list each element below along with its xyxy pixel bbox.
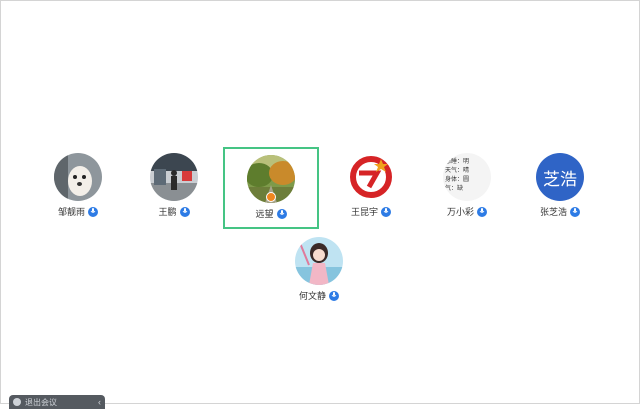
mic-icon[interactable] bbox=[477, 206, 487, 217]
avatar-initials: 芝浩 bbox=[543, 169, 577, 190]
participant-name: 邹靓雨 bbox=[57, 208, 85, 218]
person-street-photo-icon bbox=[150, 153, 198, 201]
participant-tile[interactable]: 邹靓雨 bbox=[30, 153, 126, 233]
participant-name: 张芝浩 bbox=[539, 208, 567, 218]
participant-name: 万小彩 bbox=[446, 208, 474, 218]
participant-name: 远望 bbox=[255, 210, 274, 220]
dog-photo-icon bbox=[54, 153, 102, 201]
text-note-avatar-icon: 感睡：明 天气：晴 身体：圆 气：缺 bbox=[443, 153, 491, 201]
mic-icon[interactable] bbox=[88, 206, 98, 217]
mic-icon[interactable] bbox=[179, 206, 190, 217]
landscape-photo-icon bbox=[247, 155, 295, 203]
participant-name: 何文静 bbox=[298, 292, 326, 302]
participant-tile[interactable]: 何文静 bbox=[271, 237, 367, 317]
mic-icon[interactable] bbox=[329, 290, 339, 301]
participant-tile-selected[interactable]: 远望 bbox=[223, 147, 319, 229]
mic-icon[interactable] bbox=[570, 206, 580, 217]
anime-girl-photo-icon bbox=[295, 237, 343, 285]
initials-avatar-icon: 芝浩 bbox=[536, 153, 584, 201]
mic-icon[interactable] bbox=[276, 208, 287, 219]
chevron-left-icon[interactable]: ‹ bbox=[98, 397, 101, 407]
participant-tile[interactable]: 王鹏 bbox=[126, 153, 222, 233]
participant-name: 王昆宇 bbox=[350, 208, 378, 218]
bottom-toolbar[interactable]: 退出会议 ‹ bbox=[9, 395, 105, 409]
participant-name: 王鹏 bbox=[158, 208, 177, 218]
participant-tile[interactable]: 感睡：明 天气：晴 身体：圆 气：缺 万小彩 bbox=[419, 153, 515, 233]
host-badge-icon bbox=[266, 192, 276, 202]
exit-meeting-label[interactable]: 退出会议 bbox=[25, 397, 98, 408]
red-logo-icon bbox=[347, 153, 395, 201]
meeting-window: 邹靓雨 王鹏 远望 王昆宇 感睡：明 天气：晴 身体：圆 气：缺 万小彩 芝浩 … bbox=[0, 0, 640, 409]
exit-icon[interactable] bbox=[13, 398, 21, 406]
mic-icon[interactable] bbox=[381, 206, 391, 217]
participant-tile[interactable]: 王昆宇 bbox=[323, 153, 419, 233]
participant-tile[interactable]: 芝浩 张芝浩 bbox=[512, 153, 608, 233]
